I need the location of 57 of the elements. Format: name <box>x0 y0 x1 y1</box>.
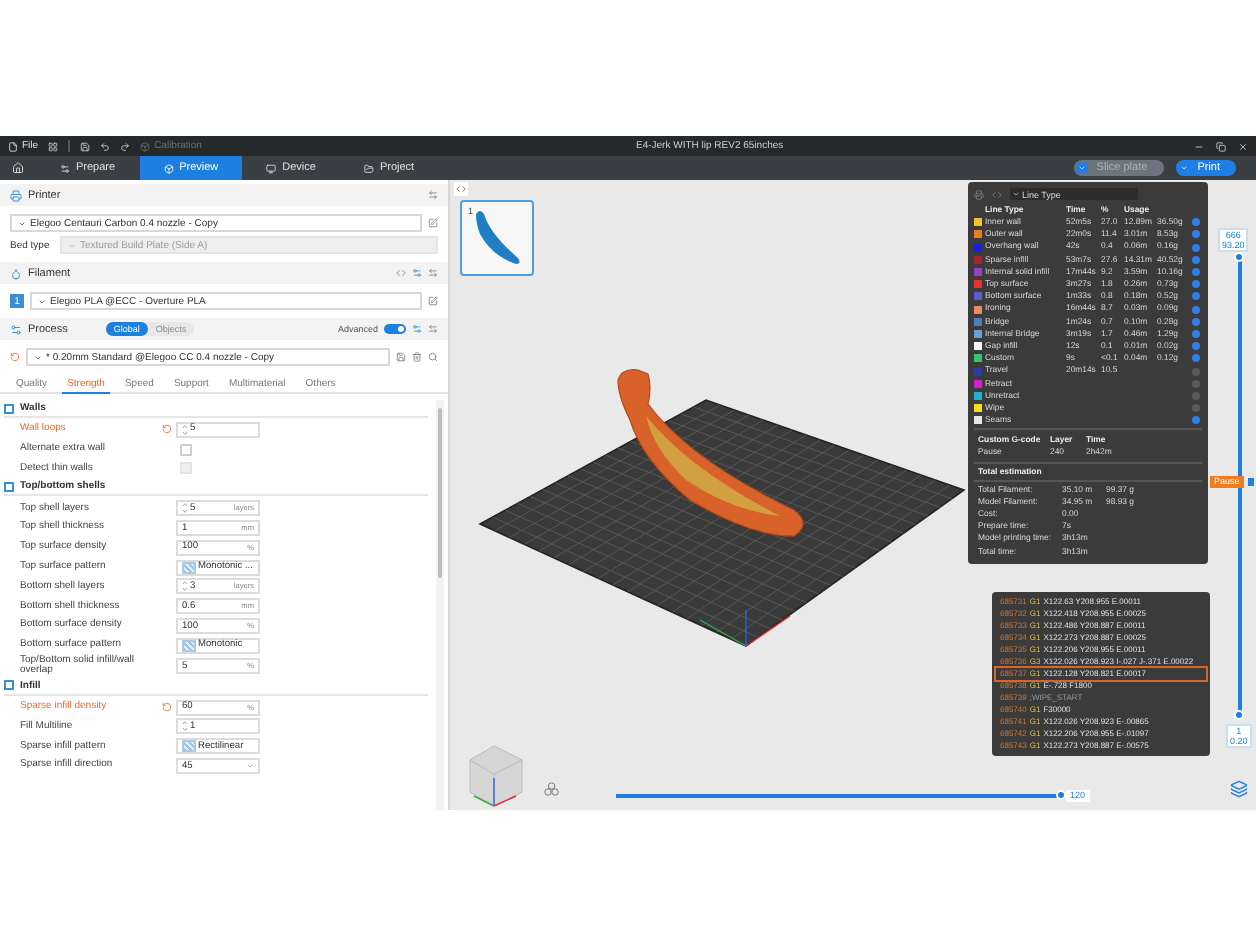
pattern-icon <box>182 561 196 574</box>
search-icon[interactable] <box>428 352 438 362</box>
switch-icon[interactable] <box>428 190 438 200</box>
restore-icon[interactable] <box>1216 141 1226 151</box>
visibility-toggle[interactable] <box>1192 317 1200 326</box>
section-icon <box>4 481 14 492</box>
view-cube-drawing[interactable] <box>469 745 523 807</box>
reset-icon[interactable] <box>10 352 20 362</box>
tab-icon <box>60 163 70 173</box>
pause-tick <box>1248 478 1254 486</box>
visibility-toggle[interactable] <box>1192 354 1200 363</box>
assembly-icon[interactable] <box>544 782 559 796</box>
calibration-icon <box>140 141 151 151</box>
layers-icon[interactable] <box>1230 780 1248 798</box>
visibility-toggle[interactable] <box>1192 305 1200 314</box>
delete-icon[interactable] <box>412 352 422 362</box>
reset-icon[interactable] <box>162 424 172 435</box>
edit-icon[interactable] <box>428 296 438 306</box>
tab-icon <box>163 163 174 173</box>
switch-icon[interactable] <box>428 324 438 334</box>
visibility-toggle[interactable] <box>1192 218 1200 227</box>
advanced-switch[interactable] <box>384 324 406 334</box>
settings-icon[interactable] <box>412 268 422 278</box>
minimize-icon[interactable] <box>1194 141 1204 151</box>
undo-icon[interactable] <box>100 141 111 151</box>
checkbox[interactable] <box>180 443 192 456</box>
caret-icon <box>1076 162 1089 174</box>
switch-icon[interactable] <box>428 268 438 278</box>
tab-icon <box>363 163 374 173</box>
scrollbar-thumb[interactable] <box>438 408 442 578</box>
printer-icon <box>10 189 22 201</box>
visibility-toggle[interactable] <box>1192 255 1200 264</box>
visibility-toggle[interactable] <box>1192 292 1200 301</box>
edit-icon[interactable] <box>428 218 438 228</box>
visibility-toggle[interactable] <box>1192 230 1200 239</box>
reset-icon[interactable] <box>162 702 172 713</box>
grid-icon[interactable] <box>48 141 59 151</box>
pattern-icon <box>182 740 196 753</box>
section-icon <box>4 403 14 413</box>
spool-icon <box>10 267 22 279</box>
model-thumbnail-icon <box>476 211 520 264</box>
visibility-toggle[interactable] <box>1192 329 1200 338</box>
visibility-toggle[interactable] <box>1192 280 1200 289</box>
scrollbar[interactable] <box>436 400 444 810</box>
slider-handle[interactable] <box>1234 710 1244 720</box>
settings-icon[interactable] <box>412 324 422 334</box>
pattern-icon <box>182 639 196 652</box>
section-icon <box>4 680 14 691</box>
visibility-toggle[interactable] <box>1192 243 1200 251</box>
visibility-toggle[interactable] <box>1192 267 1200 276</box>
redo-icon[interactable] <box>120 141 131 151</box>
tab-icon <box>266 163 277 173</box>
code-icon[interactable] <box>992 189 1002 199</box>
visibility-toggle[interactable] <box>1192 342 1200 351</box>
file-icon <box>8 141 18 151</box>
visibility-toggle[interactable] <box>1192 416 1200 425</box>
collapse-icon[interactable] <box>454 182 468 196</box>
